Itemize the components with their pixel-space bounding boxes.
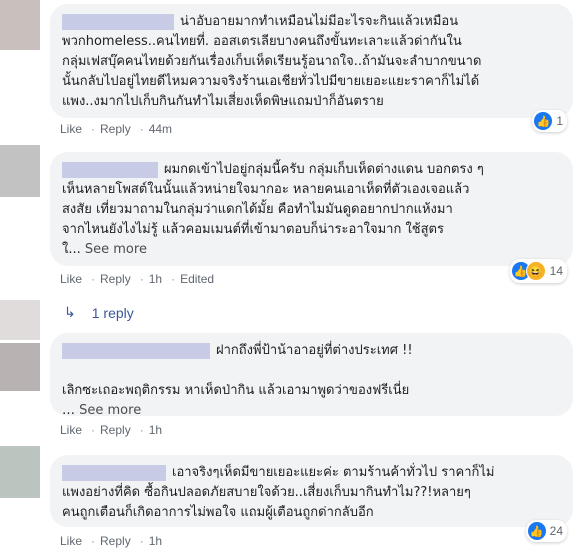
comment-actions: Like · Reply · 1h — [60, 423, 163, 437]
reaction-summary[interactable]: 👍 😆 14 — [509, 259, 567, 283]
comment-actions: Like · Reply · 44m — [60, 122, 173, 136]
timestamp[interactable]: 1h — [149, 272, 162, 286]
comment-bubble: ผมกดเข้าไปอยู่กลุ่มนี้ครับ กลุ่มเก็บเห็ด… — [50, 152, 573, 266]
like-link[interactable]: Like — [60, 423, 82, 437]
edited-label[interactable]: Edited — [180, 272, 214, 286]
avatar[interactable] — [0, 300, 40, 340]
author-name-redacted[interactable] — [62, 464, 166, 481]
comment-bubble: ฝากถึงพี่ป้าน้าอาอยู่ที่ต่างประเทศ !! เล… — [50, 333, 573, 418]
see-more-link[interactable]: See more — [79, 403, 141, 418]
like-link[interactable]: Like — [60, 272, 82, 286]
reply-count: 1 reply — [91, 304, 134, 321]
see-more-link[interactable]: See more — [85, 242, 147, 257]
author-name-redacted[interactable] — [62, 342, 210, 359]
thumbs-up-icon: 👍 — [534, 112, 553, 130]
like-link[interactable]: Like — [60, 534, 82, 548]
reply-arrow-icon: ↳ — [64, 304, 76, 320]
reply-link[interactable]: Reply — [100, 423, 131, 437]
reply-link[interactable]: Reply — [100, 272, 131, 286]
author-name-redacted[interactable] — [62, 13, 174, 30]
reaction-count: 14 — [549, 264, 563, 278]
avatar[interactable] — [0, 343, 40, 391]
comment-actions: Like · Reply · 1h — [60, 534, 163, 548]
comment-bubble: น่าอับอายมากทำเหมือนไม่มีอะไรจะกินแล้วเห… — [50, 4, 573, 118]
avatar[interactable] — [0, 145, 40, 197]
timestamp[interactable]: 1h — [149, 534, 162, 548]
view-replies-link[interactable]: ↳ 1 reply — [64, 304, 134, 321]
reaction-count: 24 — [549, 524, 563, 538]
avatar[interactable] — [0, 0, 40, 50]
avatar[interactable] — [0, 446, 40, 498]
reply-link[interactable]: Reply — [100, 122, 131, 136]
author-name-redacted[interactable] — [62, 161, 158, 178]
reaction-summary[interactable]: 👍 24 — [525, 520, 567, 542]
timestamp[interactable]: 1h — [149, 423, 162, 437]
comment-bubble: เอาจริงๆเห็ดมีขายเยอะแยะค่ะ ตามร้านค้าทั… — [50, 455, 573, 527]
reply-link[interactable]: Reply — [100, 534, 131, 548]
timestamp[interactable]: 44m — [149, 122, 172, 136]
reaction-count: 1 — [556, 114, 563, 128]
comment-actions: Like · Reply · 1h · Edited — [60, 272, 215, 286]
thumbs-up-icon: 👍 — [527, 522, 546, 540]
like-link[interactable]: Like — [60, 122, 82, 136]
reaction-summary[interactable]: 👍 1 — [532, 110, 567, 132]
haha-icon: 😆 — [525, 261, 546, 281]
